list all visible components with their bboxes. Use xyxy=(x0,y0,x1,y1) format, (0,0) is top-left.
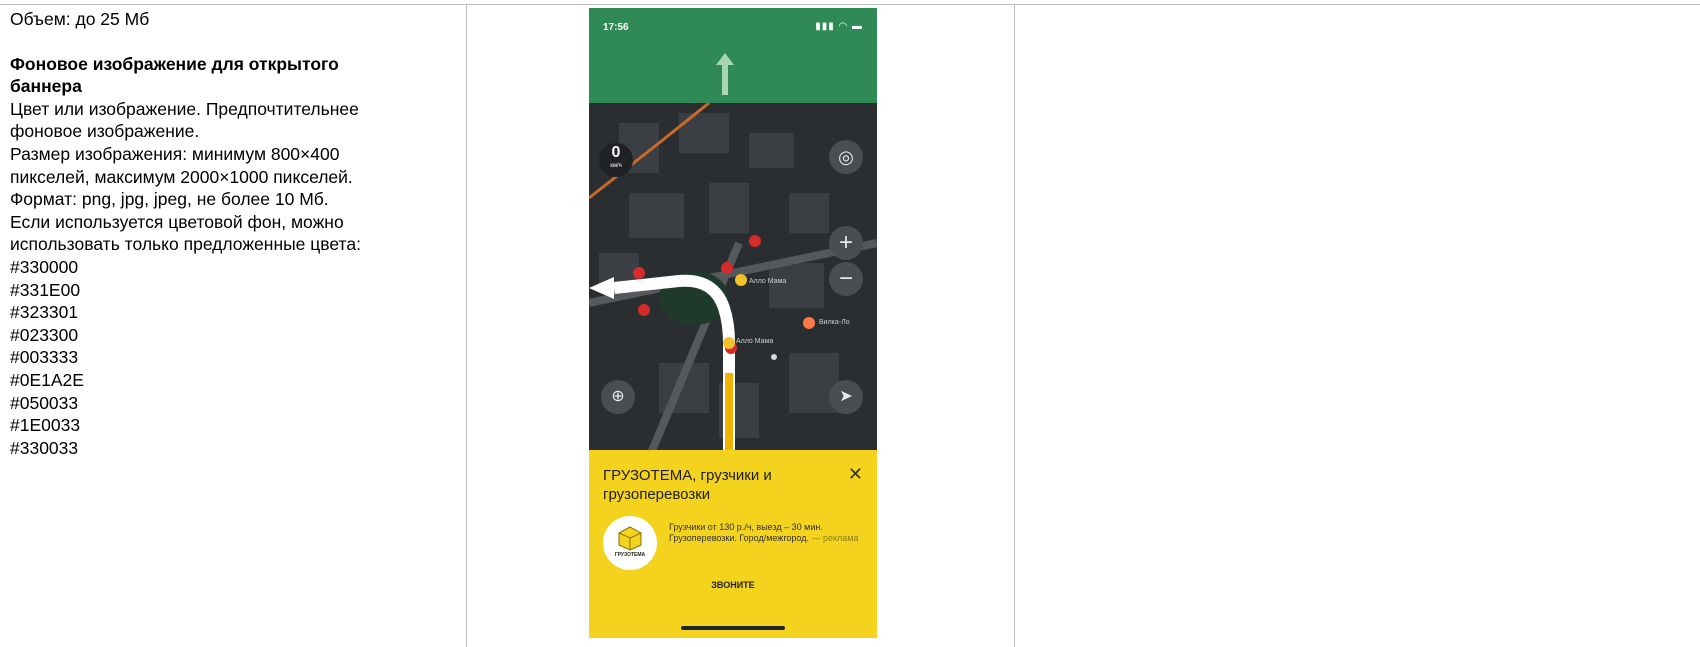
speedometer: 0 км/ч xyxy=(599,143,633,177)
locate-me-button[interactable]: ➤ xyxy=(829,380,863,414)
color-code: #050033 xyxy=(10,392,79,413)
description-line: использовать только предложенные цвета: xyxy=(10,234,361,255)
color-code: #023300 xyxy=(10,324,79,345)
description-line: Цвет или изображение. Предпочтительнее xyxy=(10,98,359,119)
table-top-border xyxy=(0,4,1700,5)
color-code: #331E00 xyxy=(10,279,81,300)
status-time: 17:56 xyxy=(603,22,629,33)
description-line: пикселей, максимум 2000×1000 пикселей. xyxy=(10,166,353,187)
banner-description: Грузчики от 130 р./ч, выезд – 30 мин. Гр… xyxy=(669,522,859,544)
speed-value: 0 xyxy=(611,144,621,161)
poi-label: Вилка-Ло xyxy=(819,319,850,326)
advertiser-logo: ГРУЗОТЕМА xyxy=(603,516,657,570)
compass-button[interactable]: ◎ xyxy=(829,140,863,174)
box-icon xyxy=(618,526,642,551)
color-code: #323301 xyxy=(10,302,79,323)
banner-title: ГРУЗОТЕМА, грузчики и грузоперевозки xyxy=(603,467,772,503)
close-icon[interactable]: ✕ xyxy=(848,464,863,485)
color-code: #1E0033 xyxy=(10,415,81,436)
section-heading-line1: Фоновое изображение для открытого xyxy=(10,53,339,74)
logo-text: ГРУЗОТЕМА xyxy=(614,552,646,558)
voice-search-button[interactable]: ⊕ xyxy=(601,380,635,414)
volume-text: Объем: до 25 Мб xyxy=(10,9,150,29)
poi-label: Алло Мама xyxy=(736,338,774,345)
description-line: фоновое изображение. xyxy=(10,121,200,142)
color-code: #003333 xyxy=(10,347,79,368)
color-code: #330033 xyxy=(10,437,79,458)
poi-label: Алло Мама xyxy=(749,278,787,285)
speed-unit: км/ч xyxy=(610,163,622,169)
straight-arrow-icon xyxy=(716,53,734,95)
color-code: #0E1A2E xyxy=(10,369,84,390)
zoom-in-button[interactable]: + xyxy=(829,226,863,260)
description-line: Если используется цветовой фон, можно xyxy=(10,211,344,232)
color-code: #330000 xyxy=(10,256,79,277)
status-icons: ▮▮▮ ◠ ▬ xyxy=(815,21,863,32)
column-divider-2 xyxy=(1014,4,1015,647)
banner-body-text: Грузчики от 130 р./ч, выезд – 30 мин. Гр… xyxy=(669,522,823,543)
requirements-text-cell: Объем: до 25 Мб Фоновое изображение для … xyxy=(10,8,450,459)
section-heading-line2: баннера xyxy=(10,76,82,97)
description-line: Формат: png, jpg, jpeg, не более 10 Мб. xyxy=(10,189,329,210)
ad-label: — реклама xyxy=(811,533,859,543)
ad-banner[interactable]: ГРУЗОТЕМА, грузчики и грузоперевозки ✕ Г… xyxy=(589,450,877,638)
zoom-out-button[interactable]: − xyxy=(829,262,863,296)
navigation-bar: 17:56 ▮▮▮ ◠ ▬ xyxy=(589,8,877,103)
column-divider-1 xyxy=(466,4,467,647)
phone-screenshot: 17:56 ▮▮▮ ◠ ▬ Алло Мама Алло Мама Вилка- xyxy=(589,8,877,638)
call-button[interactable]: ЗВОНИТЕ xyxy=(589,580,877,590)
description-line: Размер изображения: минимум 800×400 xyxy=(10,143,340,164)
home-indicator xyxy=(681,626,785,630)
